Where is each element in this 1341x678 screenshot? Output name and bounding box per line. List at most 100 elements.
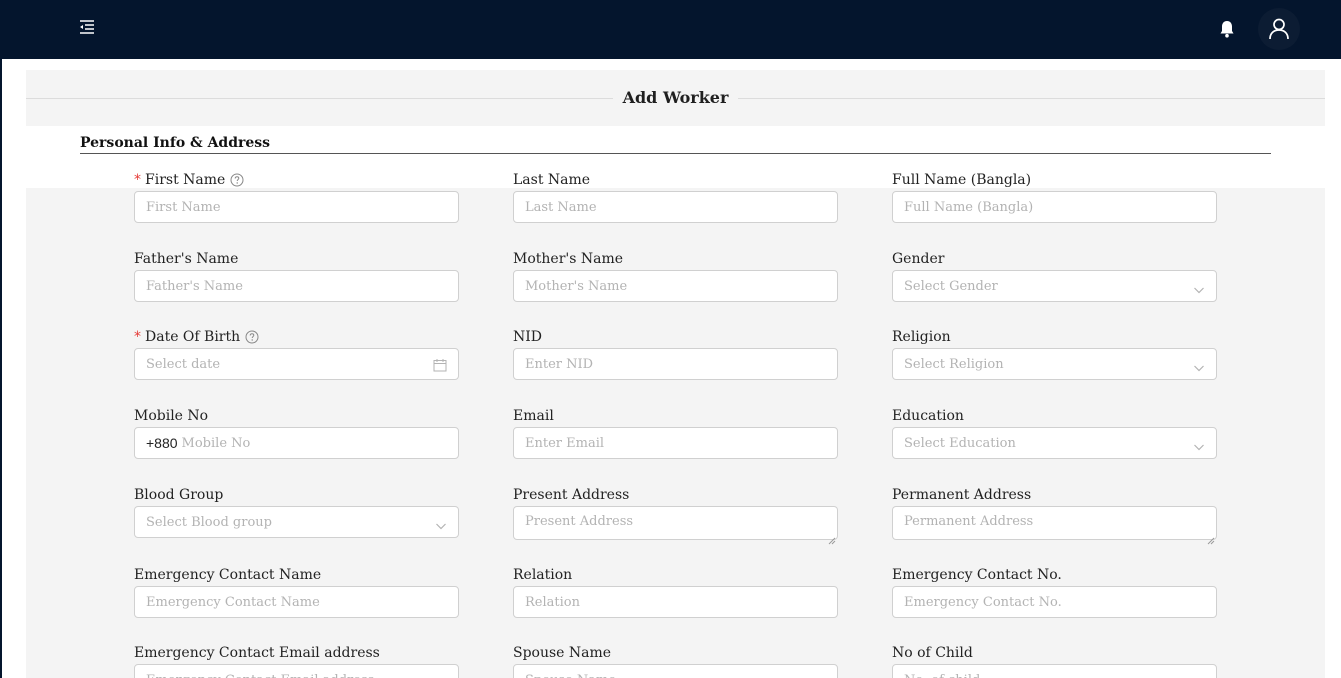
field-permanent-address: Permanent Address Permanent Address — [892, 485, 1217, 545]
placeholder: Relation — [525, 594, 580, 610]
emergency-contact-email-address-input[interactable]: Emergency Contact Email address — [134, 664, 459, 678]
field-emergency-contact-name: Emergency Contact Name Emergency Contact … — [134, 565, 459, 618]
placeholder: Select Education — [904, 435, 1016, 451]
bell-icon[interactable] — [1215, 17, 1239, 41]
required-asterisk: * — [134, 172, 141, 188]
field-label: Mother's Name — [513, 249, 838, 269]
placeholder: Enter Email — [525, 435, 605, 451]
field-label: * Date Of Birth — [134, 327, 459, 347]
field-spouse-name: Spouse Name Spouse Name — [513, 643, 838, 678]
field-first-name: * First Name First Name — [134, 170, 459, 223]
phone-prefix: +880 — [146, 435, 178, 451]
placeholder: Select Religion — [904, 356, 1004, 372]
relation-input[interactable]: Relation — [513, 586, 838, 618]
field-label-text: Father's Name — [134, 251, 239, 267]
field-mobile-no: Mobile No +880 Mobile No — [134, 406, 459, 459]
field-label: No of Child — [892, 643, 1217, 663]
placeholder: Emergency Contact Email address — [146, 673, 374, 678]
field-label: NID — [513, 327, 838, 347]
field-label-text: Blood Group — [134, 487, 224, 503]
permanent-address-textarea[interactable]: Permanent Address — [892, 506, 1217, 545]
field-present-address: Present Address Present Address — [513, 485, 838, 545]
resize-handle-icon[interactable] — [1207, 530, 1215, 545]
question-circle-icon[interactable] — [245, 330, 259, 344]
placeholder: Select Blood group — [146, 514, 272, 530]
placeholder: Father's Name — [146, 278, 243, 294]
chevron-down-icon — [1193, 438, 1205, 451]
field-label-text: Last Name — [513, 172, 591, 188]
field-date-of-birth: * Date Of Birth Select date — [134, 327, 459, 380]
field-label: Emergency Contact Name — [134, 565, 459, 585]
placeholder: Permanent Address — [904, 514, 1034, 529]
field-label: Emergency Contact No. — [892, 565, 1217, 585]
menu-fold-icon[interactable] — [78, 17, 98, 37]
field-label-text: Education — [892, 408, 964, 424]
field-label-text: Emergency Contact Name — [134, 567, 322, 583]
religion-select[interactable]: Select Religion — [892, 348, 1217, 380]
placeholder: No. of child — [904, 673, 980, 678]
blood-group-select[interactable]: Select Blood group — [134, 506, 459, 538]
field-nid: NID Enter NID — [513, 327, 838, 380]
field-religion: Religion Select Religion — [892, 327, 1217, 380]
mother-s-name-input[interactable]: Mother's Name — [513, 270, 838, 302]
field-label-text: Emergency Contact No. — [892, 567, 1062, 583]
field-gender: Gender Select Gender — [892, 249, 1217, 302]
field-label-text: Present Address — [513, 487, 630, 503]
placeholder: Mother's Name — [525, 278, 628, 294]
field-label-text: Emergency Contact Email address — [134, 645, 380, 661]
field-education: Education Select Education — [892, 406, 1217, 459]
present-address-textarea[interactable]: Present Address — [513, 506, 838, 545]
field-label-text: Mother's Name — [513, 251, 624, 267]
emergency-contact-no-input[interactable]: Emergency Contact No. — [892, 586, 1217, 618]
field-label: Email — [513, 406, 838, 426]
placeholder: Enter NID — [525, 356, 594, 372]
field-label: Blood Group — [134, 485, 459, 505]
field-label-text: First Name — [145, 172, 226, 188]
field-full-name-bangla: Full Name (Bangla) Full Name (Bangla) — [892, 170, 1217, 223]
field-label-text: Gender — [892, 251, 945, 267]
field-no-of-child: No of Child No. of child — [892, 643, 1217, 678]
placeholder: Full Name (Bangla) — [904, 199, 1034, 215]
question-circle-icon[interactable] — [230, 173, 244, 187]
field-label-text: Permanent Address — [892, 487, 1032, 503]
field-label-text: Spouse Name — [513, 645, 612, 661]
full-name-bangla-input[interactable]: Full Name (Bangla) — [892, 191, 1217, 223]
mobile-no-input[interactable]: +880 Mobile No — [134, 427, 459, 459]
field-label: Religion — [892, 327, 1217, 347]
chevron-down-icon — [435, 517, 447, 530]
chevron-down-icon — [1193, 359, 1205, 372]
field-father-s-name: Father's Name Father's Name — [134, 249, 459, 302]
email-input[interactable]: Enter Email — [513, 427, 838, 459]
resize-handle-icon[interactable] — [828, 530, 836, 545]
gender-select[interactable]: Select Gender — [892, 270, 1217, 302]
spouse-name-input[interactable]: Spouse Name — [513, 664, 838, 678]
field-mother-s-name: Mother's Name Mother's Name — [513, 249, 838, 302]
placeholder: Present Address — [525, 514, 634, 529]
field-label-text: Religion — [892, 329, 951, 345]
first-name-input[interactable]: First Name — [134, 191, 459, 223]
field-label: Spouse Name — [513, 643, 838, 663]
field-label-text: NID — [513, 329, 543, 345]
left-edge-divider — [0, 59, 2, 678]
placeholder: Spouse Name — [525, 673, 616, 678]
section-title: Personal Info & Address — [80, 135, 271, 151]
date-of-birth-date-picker[interactable]: Select date — [134, 348, 459, 380]
education-select[interactable]: Select Education — [892, 427, 1217, 459]
field-label: Emergency Contact Email address — [134, 643, 459, 663]
avatar[interactable] — [1258, 8, 1300, 50]
no-of-child-input[interactable]: No. of child — [892, 664, 1217, 678]
user-icon — [1269, 18, 1289, 40]
field-label: Present Address — [513, 485, 838, 505]
field-label-text: Email — [513, 408, 554, 424]
nid-input[interactable]: Enter NID — [513, 348, 838, 380]
field-emergency-contact-email-address: Emergency Contact Email address Emergency… — [134, 643, 459, 678]
field-email: Email Enter Email — [513, 406, 838, 459]
field-label-text: Relation — [513, 567, 573, 583]
chevron-down-icon — [1193, 281, 1205, 294]
field-emergency-contact-no: Emergency Contact No. Emergency Contact N… — [892, 565, 1217, 618]
form-card: Add Worker Personal Info & Address * Firs… — [26, 70, 1325, 678]
field-label: Education — [892, 406, 1217, 426]
emergency-contact-name-input[interactable]: Emergency Contact Name — [134, 586, 459, 618]
father-s-name-input[interactable]: Father's Name — [134, 270, 459, 302]
last-name-input[interactable]: Last Name — [513, 191, 838, 223]
